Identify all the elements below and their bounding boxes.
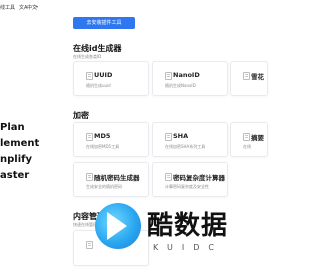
document-icon xyxy=(243,133,250,141)
tool-card-title: MD5 xyxy=(94,132,111,140)
tool-card-sha[interactable]: SHA 在线加密SHA系列工具 xyxy=(152,122,228,157)
document-icon xyxy=(165,133,172,141)
document-icon xyxy=(86,133,93,141)
top-bar: 线工具 文A 中文 ▾ xyxy=(0,0,261,12)
tool-card-password-strength[interactable]: 密码复杂度计算器 计算密码复杂度及安全性 xyxy=(152,162,228,197)
tool-card-desc: 在线加密SHA系列工具 xyxy=(165,144,206,149)
section-subtitle: 快速在线管理 xyxy=(73,222,97,227)
play-logo-icon xyxy=(95,203,141,249)
promo-line: aster xyxy=(0,170,30,181)
tool-card-desc: 随机生成NanoID xyxy=(165,83,196,88)
tool-card-desc: 计算密码复杂度及安全性 xyxy=(165,184,209,189)
tool-card-title: 密码复杂度计算器 xyxy=(173,174,225,182)
tool-card-md5[interactable]: MD5 在线加密MD5工具 xyxy=(73,122,149,157)
tool-card-title: UUID xyxy=(94,71,113,79)
document-icon xyxy=(165,173,172,181)
tool-card-title: SHA xyxy=(173,132,189,140)
watermark-text: 酷数据 xyxy=(147,211,229,241)
promo-line: lement xyxy=(0,138,40,149)
chevron-down-icon[interactable]: ▾ xyxy=(36,4,38,9)
section-subtitle: 在线生成各类ID xyxy=(73,54,102,59)
section-title: 加密 xyxy=(73,111,89,120)
tool-card-nanoid[interactable]: NanoID 随机生成NanoID xyxy=(152,61,228,96)
online-tools-link[interactable]: 线工具 xyxy=(0,4,15,11)
promo-line: nplify xyxy=(0,154,33,165)
document-icon xyxy=(86,173,93,181)
tool-card-title: 雪花 xyxy=(251,73,264,81)
tool-card-snowflake[interactable]: 雪花 xyxy=(230,61,268,96)
promo-panel: Plan lement nplify aster xyxy=(0,110,62,200)
tool-card-title: NanoID xyxy=(173,71,200,79)
document-icon xyxy=(165,72,172,80)
promo-line: Plan xyxy=(0,122,25,133)
watermark-subtext: KUIDC xyxy=(153,243,223,252)
document-icon xyxy=(243,72,250,80)
tool-card-title: 摘要 xyxy=(251,134,264,142)
document-icon xyxy=(86,241,93,249)
tool-card-uuid[interactable]: UUID 随机生成uuid xyxy=(73,61,149,96)
install-plugin-button[interactable]: 去安装插件工具 xyxy=(73,17,135,29)
watermark: 酷数据 KUIDC xyxy=(95,203,261,274)
tool-card-desc: 在线加密MD5工具 xyxy=(86,144,120,149)
tool-card-desc: 在线 xyxy=(243,144,251,149)
tool-card-title: 随机密码生成器 xyxy=(94,174,140,182)
tool-card-password-generator[interactable]: 随机密码生成器 生成安全的随机密码 xyxy=(73,162,149,197)
tool-card-digest[interactable]: 摘要 在线 xyxy=(230,122,268,157)
tool-card-desc: 随机生成uuid xyxy=(86,83,111,88)
tool-card-desc: 生成安全的随机密码 xyxy=(86,184,122,189)
section-title: 在线id生成器 xyxy=(73,44,122,53)
document-icon xyxy=(86,72,93,80)
